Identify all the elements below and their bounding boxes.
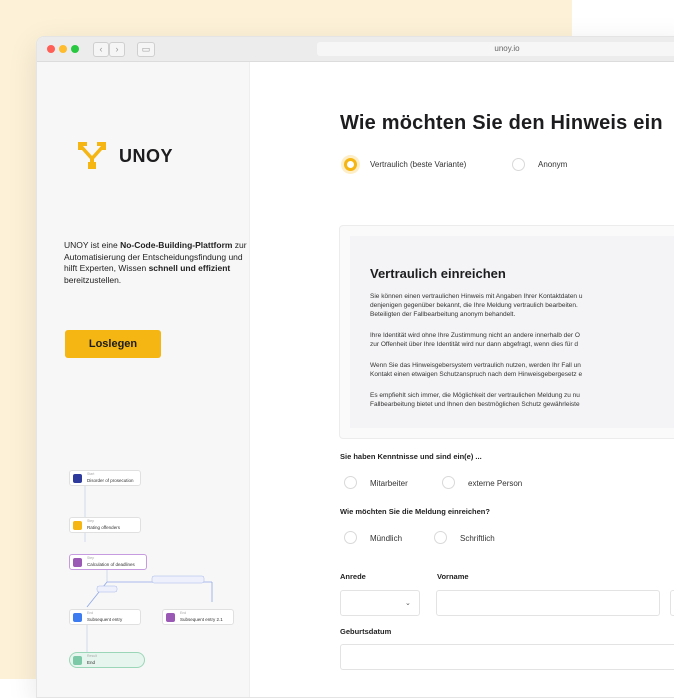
flow-node[interactable]: End Subsequent entry (69, 609, 141, 625)
sidebar-description: UNOY ist eine No-Code-Building-Plattform… (64, 240, 247, 285)
radio-vertraulich[interactable] (344, 158, 357, 171)
node-icon (166, 613, 175, 622)
flow-node[interactable]: Step Calculation of deadlines (69, 554, 147, 570)
radio-label-muendlich: Mündlich (370, 534, 403, 543)
panel-paragraph: Wenn Sie das Hinweisgebersystem vertraul… (370, 362, 583, 378)
main-content: Wie möchten Sie den Hinweis ein Vertraul… (250, 62, 674, 697)
label-vorname: Vorname (437, 572, 469, 581)
panel-paragraph: Ihre Identität wird ohne Ihre Zustimmung… (370, 332, 580, 348)
vorname-input[interactable] (436, 590, 660, 616)
close-window-icon[interactable] (47, 45, 55, 53)
label-anrede: Anrede (340, 572, 366, 581)
question-meldung: Wie möchten Sie die Meldung einreichen? (340, 507, 490, 516)
radio-label-mitarbeiter: Mitarbeiter (370, 479, 408, 488)
label-geburtsdatum: Geburtsdatum (340, 627, 392, 636)
flow-node[interactable]: Start Disorder of prosecution (69, 470, 141, 486)
address-bar[interactable]: unoy.io (317, 42, 674, 56)
radio-muendlich[interactable] (344, 531, 357, 544)
chevron-down-icon: ⌄ (405, 600, 411, 607)
radio-schriftlich[interactable] (434, 531, 447, 544)
node-icon (73, 474, 82, 483)
nachname-input[interactable] (670, 590, 674, 616)
radio-label-vertraulich: Vertraulich (beste Variante) (370, 160, 467, 169)
radio-label-anonym: Anonym (538, 160, 568, 169)
radio-label-schriftlich: Schriftlich (460, 534, 495, 543)
radio-anonym[interactable] (512, 158, 525, 171)
geburtsdatum-input[interactable] (340, 644, 674, 670)
radio-externe-person[interactable] (442, 476, 455, 489)
forward-icon[interactable]: › (109, 42, 125, 57)
question-kenntnisse: Sie haben Kenntnisse und sind ein(e) ... (340, 452, 482, 461)
brand-name: UNOY (119, 146, 174, 166)
flow-node[interactable]: Step Rating offenders (69, 517, 141, 533)
panel-paragraph: Sie können einen vertraulichen Hinweis m… (370, 293, 583, 318)
node-icon (73, 558, 82, 567)
maximize-window-icon[interactable] (71, 45, 79, 53)
browser-titlebar: ‹ › ▭ unoy.io (37, 37, 674, 62)
node-icon (73, 613, 82, 622)
browser-window: ‹ › ▭ unoy.io UNOY UNOY ist eine No-Code… (36, 36, 674, 698)
page-title: Wie möchten Sie den Hinweis ein (340, 112, 663, 134)
loslegen-button[interactable]: Loslegen (65, 330, 161, 358)
flow-node[interactable]: End Subsequent entry 2.1 (162, 609, 234, 625)
node-icon (73, 521, 82, 530)
radio-mitarbeiter[interactable] (344, 476, 357, 489)
info-panel: Vertraulich einreichen Sie können einen … (339, 225, 674, 439)
panel-paragraph: Es empfiehlt sich immer, die Möglichkeit… (370, 392, 580, 408)
node-icon (73, 656, 82, 665)
flow-node[interactable]: Result End (69, 652, 145, 668)
back-icon[interactable]: ‹ (93, 42, 109, 57)
info-panel-inner: Vertraulich einreichen Sie können einen … (350, 236, 674, 428)
anrede-select[interactable]: ⌄ (340, 590, 420, 616)
unoy-logo-icon (73, 136, 111, 174)
flow-diagram: Start Disorder of prosecution Step Ratin… (57, 442, 247, 672)
sidebar-toggle-icon[interactable]: ▭ (137, 42, 155, 57)
minimize-window-icon[interactable] (59, 45, 67, 53)
panel-heading: Vertraulich einreichen (370, 266, 506, 281)
sidebar: UNOY UNOY ist eine No-Code-Building-Plat… (37, 62, 250, 697)
radio-label-externe-person: externe Person (468, 479, 523, 488)
